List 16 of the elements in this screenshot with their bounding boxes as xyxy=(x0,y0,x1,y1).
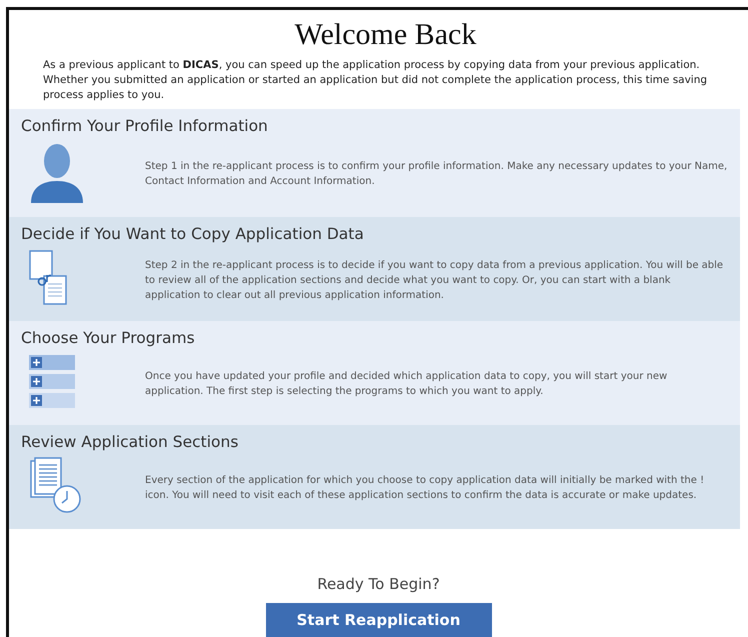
step-heading: Choose Your Programs xyxy=(21,329,196,347)
document-clock-icon xyxy=(29,457,83,515)
person-icon xyxy=(29,141,85,203)
step-description: Once you have updated your profile and decided which application data to copy, you will start your new application. The first step is selecting the programs to which you want to apply. xyxy=(145,370,668,399)
documents-icon xyxy=(29,250,69,306)
ready-prompt: Ready To Begin? xyxy=(317,575,440,593)
step-heading: Confirm Your Profile Information xyxy=(21,117,269,135)
step-description: Step 1 in the re-applicant process is to confirm your profile information. Make any necessary updates to your Name, Contact Information and Account Information. xyxy=(145,160,728,189)
step-heading: Decide if You Want to Copy Application Data xyxy=(21,225,365,243)
page-title: Welcome Back xyxy=(294,18,478,52)
step-description: Step 2 in the re-applicant process is to decide if you want to copy data from a previous application. You will be able to review all of the application sections and decide what you want to copy. Or, you can start with a blank application to clear out all previous application information. xyxy=(145,258,724,302)
step-description: Every section of the application for which you choose to copy application data will initially be marked with the ! icon. You will need to visit each of these application sections to confirm the data is accurate or make updates. xyxy=(145,474,706,503)
step-heading: Review Application Sections xyxy=(21,433,240,451)
program-list-icon xyxy=(29,355,75,409)
start-reapplication-button[interactable]: Start Reapplication xyxy=(266,603,492,637)
intro-paragraph: As a previous applicant to DICAS, you can speed up the application process by copying data from your previous application. Whether you submitted an application or started an application but did not complete the application process, this time saving process applies to you. xyxy=(43,58,708,103)
